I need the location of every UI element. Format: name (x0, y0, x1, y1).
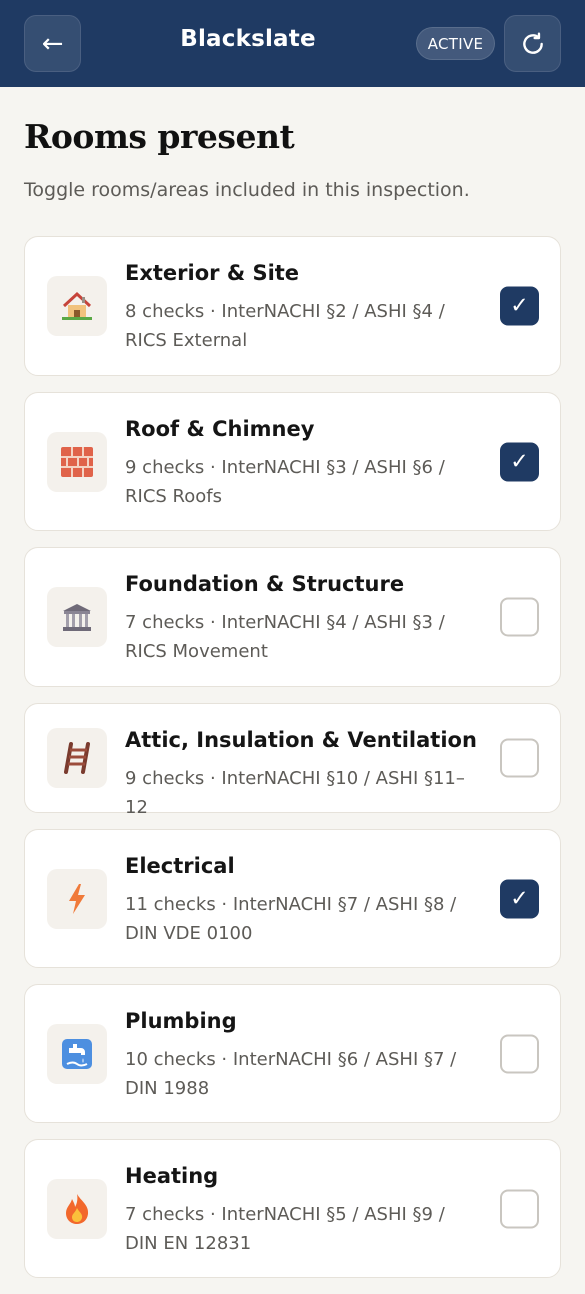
brick-icon (47, 431, 107, 492)
room-name: Exterior & Site (125, 261, 300, 285)
page-subtitle: Toggle rooms/areas included in this insp… (24, 179, 470, 201)
room-name: Roof & Chimney (125, 417, 315, 441)
room-description: 7 checks · InterNACHI §5 / ASHI §9 / DIN… (125, 1204, 445, 1254)
room-checkbox[interactable]: ✓ (500, 879, 539, 918)
room-name: Attic, Insulation & Ventilation (125, 728, 477, 752)
house-icon (47, 276, 107, 336)
lightning-icon (47, 868, 107, 929)
room-name: Plumbing (125, 1009, 237, 1033)
checkmark-icon: ✓ (510, 293, 529, 319)
room-description: 9 checks · InterNACHI §3 / ASHI §6 / RIC… (125, 457, 445, 507)
app-header: ← Blackslate ACTIVE (0, 0, 585, 87)
back-button[interactable]: ← (24, 15, 81, 72)
room-checkbox[interactable]: ✓ (500, 286, 539, 326)
refresh-icon (522, 32, 543, 54)
room-card-electrical[interactable]: Electrical 11 checks · InterNACHI §7 / A… (24, 829, 561, 968)
checkmark-icon: ✓ (510, 449, 529, 474)
room-checkbox[interactable] (500, 738, 539, 778)
fire-icon (47, 1178, 107, 1239)
room-description: 11 checks · InterNACHI §7 / ASHI §8 / DI… (125, 894, 457, 944)
room-checkbox[interactable] (500, 1189, 539, 1228)
ladder-icon (47, 728, 107, 788)
room-description: 10 checks · InterNACHI §6 / ASHI §7 / DI… (125, 1049, 457, 1099)
room-description: 8 checks · InterNACHI §2 / ASHI §4 / RIC… (125, 301, 445, 351)
room-card-heating[interactable]: Heating 7 checks · InterNACHI §5 / ASHI … (24, 1139, 561, 1278)
room-list: Exterior & Site 8 checks · InterNACHI §2… (24, 236, 561, 1294)
faucet-icon (47, 1023, 107, 1084)
room-card-foundation-structure[interactable]: Foundation & Structure 7 checks · InterN… (24, 547, 561, 687)
room-checkbox[interactable] (500, 1034, 539, 1073)
room-card-roof-chimney[interactable]: Roof & Chimney 9 checks · InterNACHI §3 … (24, 392, 561, 531)
room-name: Electrical (125, 854, 235, 878)
status-badge: ACTIVE (416, 27, 495, 60)
page-title: Rooms present (24, 117, 295, 156)
room-card-exterior-site[interactable]: Exterior & Site 8 checks · InterNACHI §2… (24, 236, 561, 376)
app-title: Blackslate (180, 26, 316, 52)
room-name: Foundation & Structure (125, 572, 405, 596)
classical-building-icon (47, 587, 107, 647)
arrow-left-icon: ← (41, 28, 64, 59)
room-checkbox[interactable]: ✓ (500, 442, 539, 481)
room-card-plumbing[interactable]: Plumbing 10 checks · InterNACHI §6 / ASH… (24, 984, 561, 1123)
room-description: 7 checks · InterNACHI §4 / ASHI §3 / RIC… (125, 612, 445, 662)
checkmark-icon: ✓ (510, 886, 529, 911)
room-card-attic-insulation-ventilation[interactable]: Attic, Insulation & Ventilation 9 checks… (24, 703, 561, 818)
refresh-button[interactable] (504, 15, 561, 72)
room-description: 9 checks · InterNACHI §10 / ASHI §11–12 (125, 768, 465, 818)
room-checkbox[interactable] (500, 597, 539, 637)
room-name: Heating (125, 1164, 219, 1188)
